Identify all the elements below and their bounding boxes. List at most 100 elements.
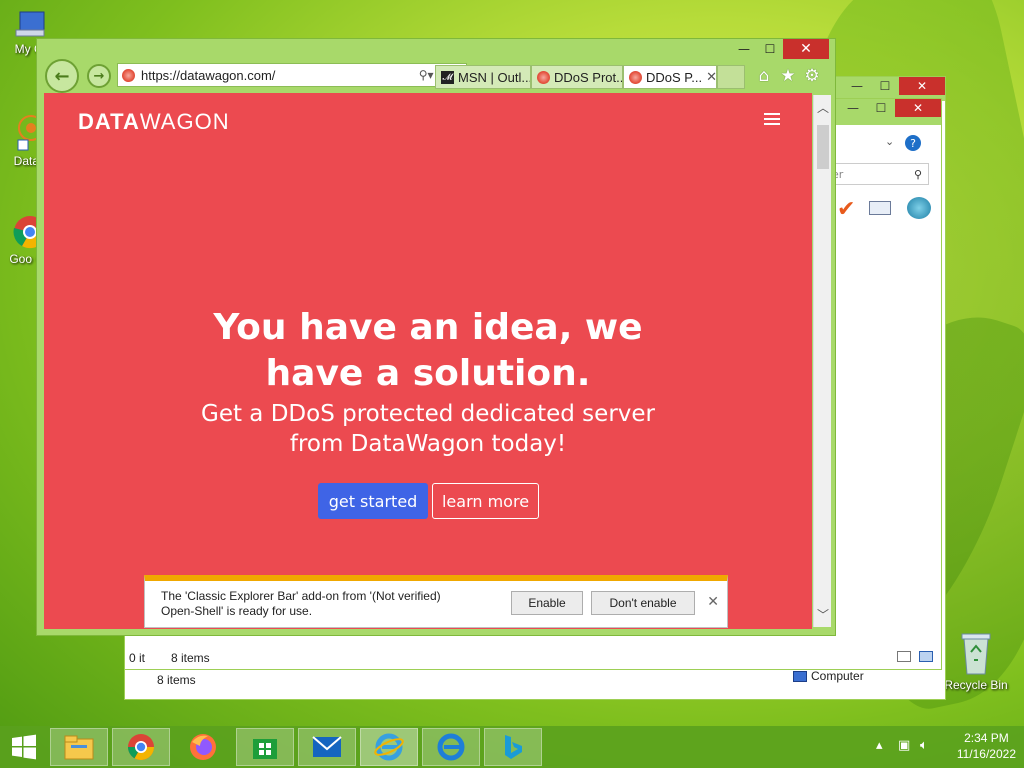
windows-logo-icon [12,734,36,760]
gear-icon[interactable]: ⚙ [801,65,823,87]
computer-icon [793,670,807,682]
logo-light: WAGON [139,109,230,134]
taskbar-file-explorer[interactable] [50,728,108,766]
back-arrow-icon: ← [54,65,70,87]
clock-date: 11/16/2022 [956,747,1016,761]
taskbar-mail[interactable] [298,728,356,766]
minimize-button[interactable]: — [843,77,871,95]
notification-close-icon[interactable]: ✕ [707,593,719,610]
status-item-count-left: 0 it [129,651,146,665]
browser-window[interactable]: — ☐ ✕ ← → https://datawagon.com/ ⚲▾ 🔒︎ ↻… [36,38,836,636]
site-favicon-icon [629,70,642,84]
close-button[interactable]: ✕ [899,77,945,95]
back-button[interactable]: ← [45,59,79,93]
vertical-scrollbar[interactable]: ︿ ﹀ [813,95,831,627]
tab-msn[interactable]: 𝓜 MSN | Outl... [435,65,531,89]
taskbar-ie[interactable] [422,728,480,766]
subheadline-line-2: from DataWagon today! [289,431,567,457]
maximize-button[interactable]: ☐ [757,39,783,59]
hamburger-menu-icon[interactable] [764,113,780,125]
recycle-bin-icon [959,630,993,676]
scroll-down-icon[interactable]: ﹀ [814,606,832,623]
taskbar-firefox[interactable] [174,728,232,766]
bing-icon [505,735,522,759]
taskbar-ie-active[interactable] [360,728,418,766]
addon-notification-bar: The 'Classic Explorer Bar' add-on from '… [144,575,728,628]
enable-button[interactable]: Enable [511,591,583,615]
email-icon[interactable] [869,201,891,215]
large-icons-view-icon[interactable] [919,651,933,662]
checkmark-icon[interactable]: ✔ [837,197,855,222]
headline-line-2: have a solution. [265,353,591,394]
page-subheadline: Get a DDoS protected dedicated server fr… [44,399,812,459]
taskbar-store[interactable] [236,728,294,766]
search-input[interactable]: er ⚲ [825,163,929,185]
volume-icon[interactable]: 🔈︎ [920,738,928,753]
taskbar-bing[interactable] [484,728,542,766]
minimize-button[interactable]: — [731,39,757,59]
page-headline: You have an idea, we have a solution. [44,305,812,397]
internet-explorer-icon [437,733,465,761]
notification-message: The 'Classic Explorer Bar' add-on from '… [161,589,501,619]
chevron-down-icon[interactable]: ⌄ [885,135,894,148]
tab-ddos-active[interactable]: DDoS P... ✕ [623,65,717,89]
taskbar-chrome[interactable] [112,728,170,766]
web-page: DATAWAGON You have an idea, we have a so… [44,93,812,629]
search-placeholder: er [832,167,844,181]
tab-label: DDoS Prot... [554,69,623,85]
firefox-icon [190,734,216,760]
site-favicon-icon [537,70,550,84]
chrome-icon [127,734,155,761]
details-view-icon[interactable] [897,651,911,662]
store-icon [253,739,277,759]
msn-icon: 𝓜 [441,70,454,84]
view-toggle[interactable] [897,651,933,662]
tab-label: MSN | Outl... [458,69,531,85]
taskbar: ▴ ▣ 🔈︎ 2:34 PM 11/16/2022 [0,726,1024,768]
notification-line-2: Open-Shell' is ready for use. [161,604,313,618]
headline-line-1: You have an idea, we [213,307,643,348]
show-hidden-icons[interactable]: ▴ [876,738,883,753]
tab-ddos-protection[interactable]: DDoS Prot... [531,65,623,89]
new-tab-button[interactable] [717,65,745,89]
folder-icon [64,735,94,760]
address-bar[interactable]: https://datawagon.com/ ⚲▾ 🔒︎ ↻ [117,63,467,87]
forward-arrow-icon: → [93,68,105,84]
tab-close-icon[interactable]: ✕ [706,69,716,85]
address-url[interactable]: https://datawagon.com/ [141,68,413,83]
internet-explorer-icon [374,733,404,761]
help-icon[interactable]: ? [905,135,921,151]
network-icon[interactable]: ▣ [898,738,910,753]
computer-icon [14,10,48,40]
desktop-icon-label: Recycle Bin [944,678,1008,692]
site-favicon-icon [122,68,135,82]
tab-label: DDoS P... [646,69,703,85]
subheadline-line-1: Get a DDoS protected dedicated server [201,401,655,427]
site-logo[interactable]: DATAWAGON [78,109,230,135]
scroll-up-icon[interactable]: ︿ [814,99,832,116]
window-caption-buttons: — ☐ ✕ [731,39,829,59]
system-clock[interactable]: 2:34 PM 11/16/2022 [957,730,1016,762]
home-icon[interactable]: ⌂ [753,65,775,87]
mail-icon [312,736,342,757]
minimize-button[interactable]: — [839,99,867,117]
start-button[interactable] [0,728,48,766]
notification-line-1: The 'Classic Explorer Bar' add-on from '… [161,589,441,603]
forward-button[interactable]: → [87,64,111,88]
search-icon: ⚲ [913,167,922,181]
shell-icon[interactable] [907,197,931,219]
close-button[interactable]: ✕ [783,39,829,59]
status-item-count: 8 items [157,673,196,687]
maximize-button[interactable]: ☐ [871,77,899,95]
desktop-icon-recycle-bin[interactable]: Recycle Bin [944,630,1008,692]
search-icon[interactable]: ⚲▾ [419,68,434,82]
close-button[interactable]: ✕ [895,99,941,117]
get-started-button[interactable]: get started [318,483,428,519]
maximize-button[interactable]: ☐ [867,99,895,117]
learn-more-button[interactable]: learn more [432,483,539,519]
scrollbar-thumb[interactable] [817,125,829,169]
status-item-count-inner: 8 items [171,651,210,665]
favorites-star-icon[interactable]: ★ [777,65,799,87]
status-location: Computer [793,669,864,683]
dont-enable-button[interactable]: Don't enable [591,591,695,615]
